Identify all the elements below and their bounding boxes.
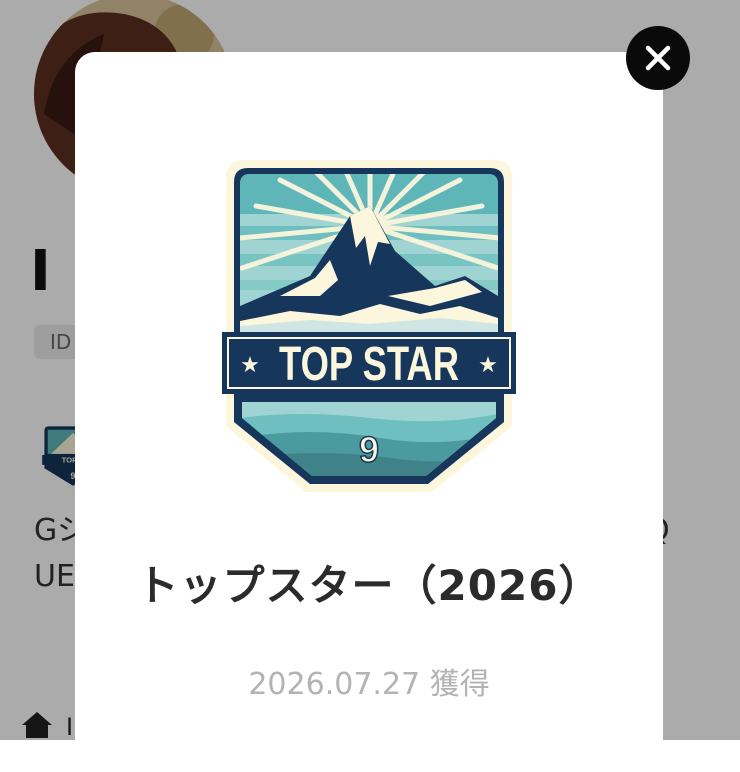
badge-title: トップスター（2026） <box>136 561 602 610</box>
badge-banner-text: TOP STAR <box>279 338 459 391</box>
close-button[interactable] <box>626 26 690 90</box>
badge-image: ★ ★ TOP STAR 9 <box>220 156 518 496</box>
badge-number: 9 <box>359 429 379 470</box>
badge-acquired-date: 2026.07.27 獲得 <box>248 667 490 702</box>
badge-detail-modal: ★ ★ TOP STAR 9 トップスター（2026） 2026.07.27 獲… <box>75 52 663 772</box>
svg-text:★: ★ <box>240 353 260 378</box>
svg-text:★: ★ <box>478 353 498 378</box>
close-icon <box>645 45 671 71</box>
top-star-badge-illustration: ★ ★ TOP STAR 9 <box>222 160 516 492</box>
